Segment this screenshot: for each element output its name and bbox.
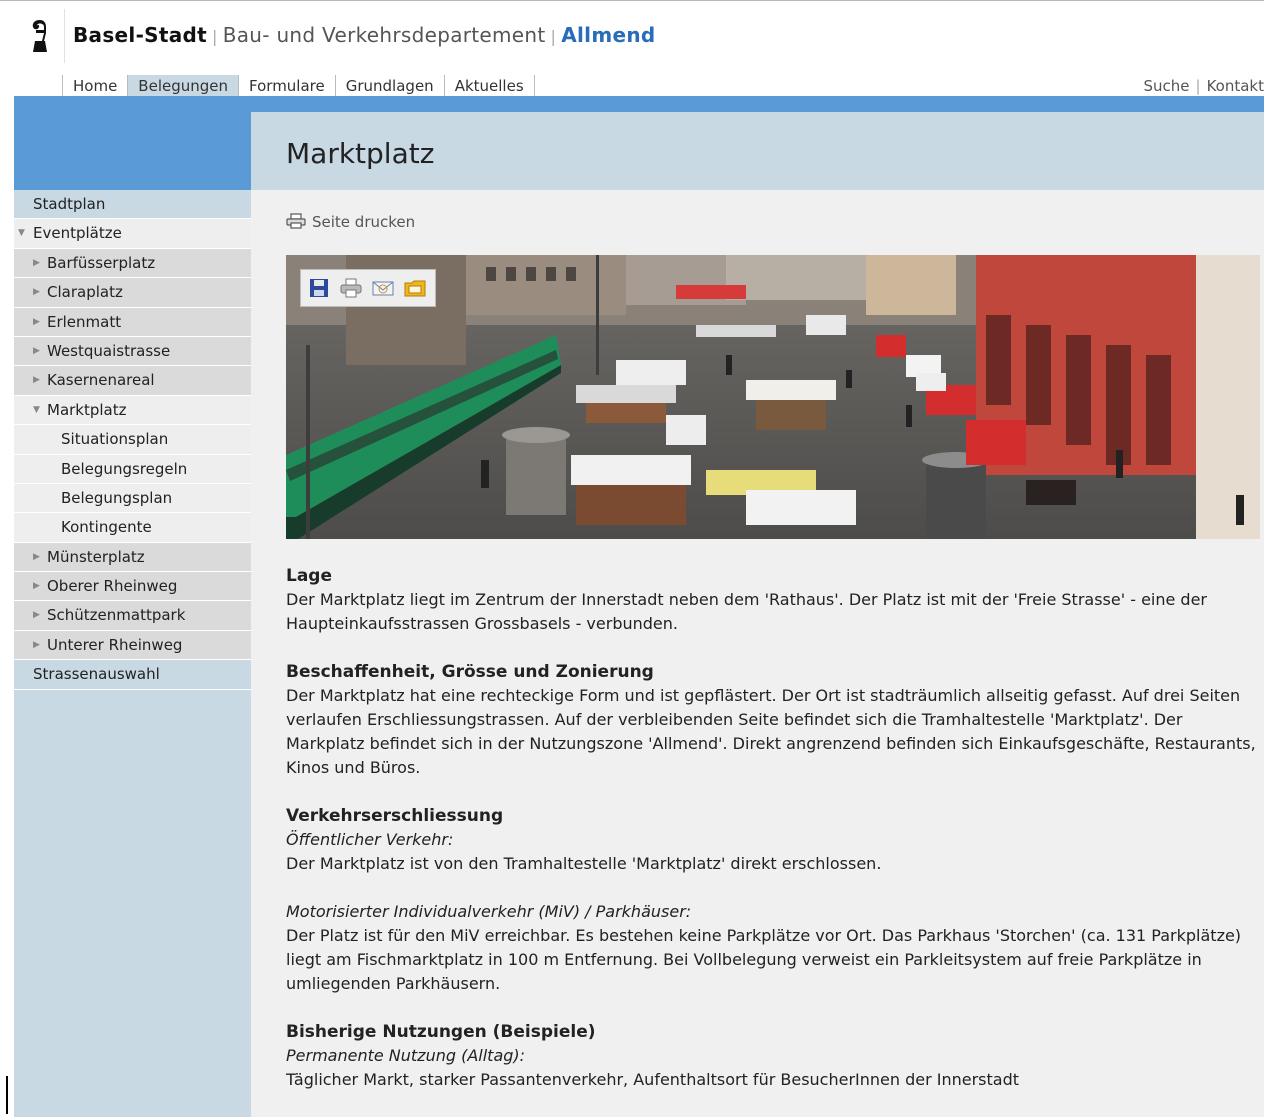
caret-right-icon: ▶	[33, 345, 40, 356]
main-content: Marktplatz Seite drucken Lage Der Marktp…	[251, 112, 1264, 1117]
email-icon[interactable]	[371, 276, 395, 300]
site-title: Basel-Stadt | Bau- und Verkehrsdepartement…	[73, 23, 656, 47]
image-toolbar	[300, 269, 436, 307]
marktplatz-photo	[286, 255, 1260, 539]
sidebar-item-erlenmatt[interactable]: ▶ Erlenmatt	[14, 307, 251, 337]
section-text: Der Marktplatz liegt im Zentrum der Inne…	[286, 590, 1207, 633]
sidebar-nav: Stadtplan ▼ Eventplätze ▶ Barfüsserplatz ▶…	[14, 190, 251, 690]
section-verkehr: Verkehrserschliessung Öffentlicher Verke…	[286, 804, 1261, 996]
section-nutzungen: Bisherige Nutzungen (Beispiele) Permanen…	[286, 1020, 1261, 1092]
print-label: Seite drucken	[312, 213, 416, 231]
search-link[interactable]: Suche	[1144, 77, 1190, 95]
caret-down-icon: ▼	[33, 404, 40, 415]
unit-name[interactable]: Allmend	[561, 23, 655, 47]
save-icon[interactable]	[307, 276, 331, 300]
header-divider	[14, 96, 1264, 112]
org-name[interactable]: Basel-Stadt	[73, 23, 207, 47]
contact-link[interactable]: Kontakt	[1207, 77, 1264, 95]
sidebar-item-belegungsplan[interactable]: Belegungsplan	[14, 483, 251, 514]
department-name[interactable]: Bau- und Verkehrsdepartement	[223, 23, 546, 47]
caret-right-icon: ▶	[33, 639, 40, 650]
section-text: Der Marktplatz ist von den Tramhaltestel…	[286, 854, 882, 873]
caret-right-icon: ▶	[33, 610, 40, 621]
folder-icon[interactable]	[403, 276, 427, 300]
sidebar-item-claraplatz[interactable]: ▶ Claraplatz	[14, 278, 251, 308]
sidebar-item-muensterplatz[interactable]: ▶ Münsterplatz	[14, 542, 251, 573]
print-page-link[interactable]: Seite drucken	[286, 213, 415, 233]
sidebar-item-westquaistrasse[interactable]: ▶ Westquaistrasse	[14, 336, 251, 367]
section-text: Der Marktplatz hat eine rechteckige Form…	[286, 686, 1256, 777]
sidebar-item-kasernenareal[interactable]: ▶ Kasernenareal	[14, 366, 251, 396]
article: Lage Der Marktplatz liegt im Zentrum der…	[286, 564, 1261, 1116]
nav-grundlagen[interactable]: Grundlagen	[334, 75, 444, 97]
sidebar-item-belegungsregeln[interactable]: Belegungsregeln	[14, 454, 251, 484]
page-title: Marktplatz	[286, 137, 435, 170]
site-header: Basel-Stadt | Bau- und Verkehrsdepartement…	[14, 9, 1264, 97]
print-icon[interactable]	[339, 276, 363, 300]
nav-home[interactable]: Home	[62, 75, 127, 97]
section-subheading: Öffentlicher Verkehr:	[286, 830, 454, 849]
text-cursor	[6, 1076, 8, 1114]
caret-right-icon: ▶	[33, 581, 40, 592]
section-text: Täglicher Markt, starker Passantenverkeh…	[286, 1070, 1020, 1089]
top-navigation: Home Belegungen Formulare Grundlagen Akt…	[62, 75, 535, 97]
caret-right-icon: ▶	[33, 257, 40, 268]
section-heading: Verkehrserschliessung	[286, 806, 504, 826]
sidebar-item-barfuesserplatz[interactable]: ▶ Barfüsserplatz	[14, 248, 251, 279]
sidebar: Stadtplan ▼ Eventplätze ▶ Barfüsserplatz ▶…	[14, 112, 251, 1117]
section-lage: Lage Der Marktplatz liegt im Zentrum der…	[286, 564, 1261, 636]
basel-crosier-icon	[32, 20, 47, 52]
sidebar-item-marktplatz[interactable]: ▼ Marktplatz	[14, 395, 251, 426]
nav-belegungen[interactable]: Belegungen	[127, 75, 239, 97]
sidebar-item-eventplaetze[interactable]: ▼ Eventplätze	[14, 219, 251, 249]
printer-icon	[286, 213, 306, 233]
section-heading: Beschaffenheit, Grösse und Zonierung	[286, 662, 654, 682]
title-band: Marktplatz	[251, 112, 1264, 190]
section-subheading: Motorisierter Individualverkehr (MiV) / …	[286, 902, 692, 921]
caret-down-icon: ▼	[18, 228, 25, 239]
sidebar-item-oberer-rheinweg[interactable]: ▶ Oberer Rheinweg	[14, 572, 251, 602]
section-text: Der Platz ist für den MiV erreichbar. Es…	[286, 926, 1242, 993]
section-heading: Lage	[286, 566, 333, 586]
sidebar-item-unterer-rheinweg[interactable]: ▶ Unterer Rheinweg	[14, 630, 251, 661]
section-heading: Bisherige Nutzungen (Beispiele)	[286, 1022, 596, 1042]
utility-navigation: Suche | Kontakt	[1143, 77, 1264, 95]
sidebar-item-kontingente[interactable]: Kontingente	[14, 513, 251, 543]
caret-right-icon: ▶	[33, 375, 40, 386]
logo[interactable]	[14, 9, 65, 63]
caret-right-icon: ▶	[33, 551, 40, 562]
section-subheading: Permanente Nutzung (Alltag):	[286, 1046, 526, 1065]
nav-formulare[interactable]: Formulare	[238, 75, 335, 97]
caret-right-icon: ▶	[33, 287, 40, 298]
section-beschaffenheit: Beschaffenheit, Grösse und Zonierung Der…	[286, 660, 1261, 780]
sidebar-item-situationsplan[interactable]: Situationsplan	[14, 425, 251, 455]
sidebar-item-stadtplan[interactable]: Stadtplan	[14, 190, 251, 220]
nav-aktuelles[interactable]: Aktuelles	[443, 75, 535, 97]
sidebar-header	[14, 112, 251, 190]
sidebar-item-strassenauswahl[interactable]: Strassenauswahl	[14, 660, 251, 690]
caret-right-icon: ▶	[33, 316, 40, 327]
sidebar-item-schuetzenmattpark[interactable]: ▶ Schützenmattpark	[14, 601, 251, 631]
